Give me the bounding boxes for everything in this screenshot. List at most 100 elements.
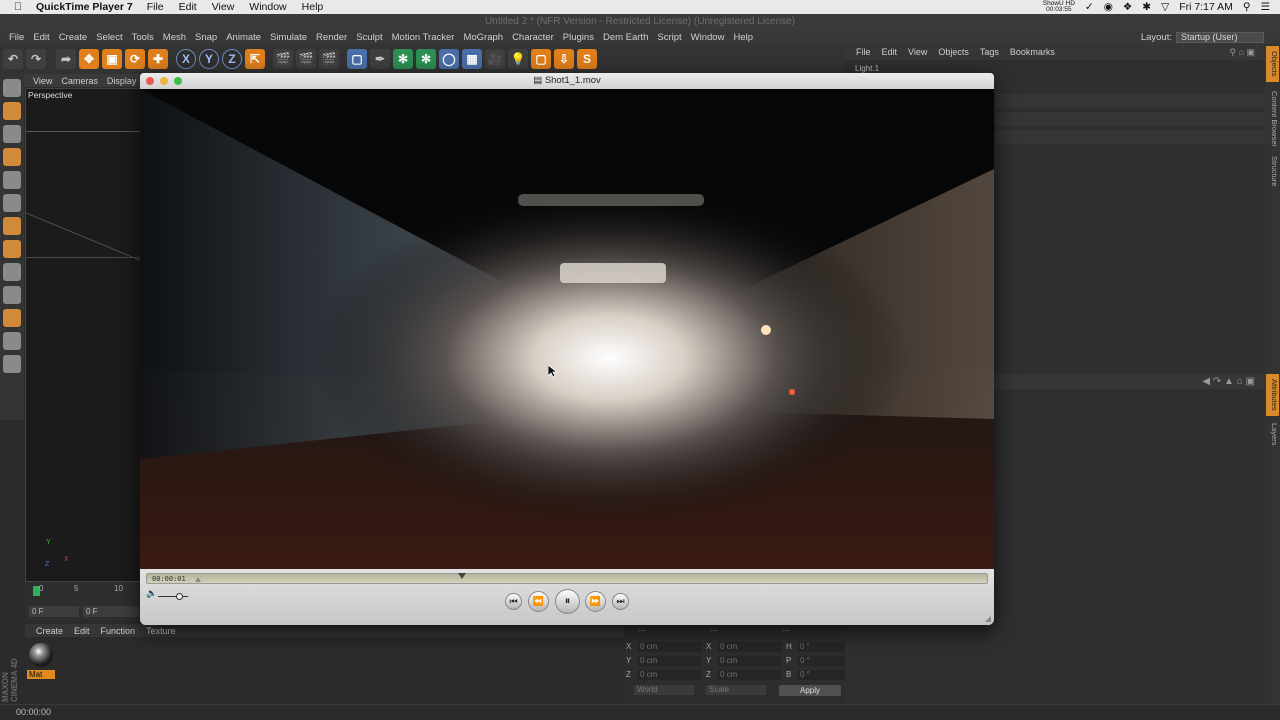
c4d-menu-animate[interactable]: Animate bbox=[226, 32, 261, 43]
c4d-menu-motion-tracker[interactable]: Motion Tracker bbox=[392, 32, 455, 43]
material-preview[interactable] bbox=[29, 643, 53, 667]
c4d-menu-render[interactable]: Render bbox=[316, 32, 347, 43]
tweak-mode-icon[interactable] bbox=[3, 263, 21, 281]
c4d-menu-snap[interactable]: Snap bbox=[195, 32, 217, 43]
objects-menu-objects[interactable]: Objects bbox=[938, 47, 969, 57]
showup-status[interactable]: ShowU HD 00:03:55 bbox=[1043, 0, 1075, 13]
scrubber-bar[interactable]: 00:00:01 bbox=[146, 573, 988, 584]
deformer-icon[interactable]: ◯ bbox=[439, 49, 459, 69]
c4d-menu-dem-earth[interactable]: Dem Earth bbox=[603, 32, 648, 43]
check-circle-icon[interactable]: ✓ bbox=[1085, 1, 1094, 13]
tab-content-browser[interactable]: Content Browser bbox=[1266, 86, 1279, 152]
floor-icon[interactable]: ▦ bbox=[462, 49, 482, 69]
script-s-icon[interactable]: S bbox=[577, 49, 597, 69]
menu-view[interactable]: View bbox=[212, 1, 235, 13]
c4d-menu-window[interactable]: Window bbox=[691, 32, 725, 43]
rewind-button[interactable]: ⏪ bbox=[528, 591, 549, 612]
menu-window[interactable]: Window bbox=[249, 1, 286, 13]
objects-menu-tags[interactable]: Tags bbox=[980, 47, 999, 57]
c4d-menu-sculpt[interactable]: Sculpt bbox=[356, 32, 382, 43]
go-to-end-button[interactable]: ⏭ bbox=[612, 593, 629, 610]
list-icon[interactable]: ☰ bbox=[1261, 1, 1270, 13]
wifi-icon[interactable]: ▽ bbox=[1161, 1, 1169, 13]
coordinate-system-icon[interactable]: ⇱ bbox=[245, 49, 265, 69]
material-menu-function[interactable]: Function bbox=[101, 626, 136, 636]
speaker-icon[interactable]: 🔈 bbox=[146, 588, 157, 599]
z-axis-lock-button[interactable]: Z bbox=[222, 49, 242, 69]
position-x-field[interactable]: 0 cm bbox=[638, 642, 702, 652]
apple-logo-icon[interactable]:  bbox=[0, 1, 36, 13]
c4d-menu-file[interactable]: File bbox=[9, 32, 24, 43]
c4d-menu-mesh[interactable]: Mesh bbox=[163, 32, 186, 43]
close-button[interactable] bbox=[146, 77, 154, 85]
make-editable-icon[interactable] bbox=[3, 79, 21, 97]
size-y-field[interactable]: 0 cm bbox=[718, 656, 782, 666]
bluetooth-icon[interactable]: ✱ bbox=[1142, 1, 1151, 13]
undo-icon[interactable]: ↶ bbox=[3, 49, 23, 69]
axis-mode-icon[interactable] bbox=[3, 240, 21, 258]
resize-grip-icon[interactable]: ◢ bbox=[985, 614, 991, 623]
object-row-light[interactable]: Light.1 bbox=[855, 64, 879, 73]
viewport-menu-view[interactable]: View bbox=[33, 76, 52, 86]
objects-menu-bookmarks[interactable]: Bookmarks bbox=[1010, 47, 1055, 57]
model-mode-icon[interactable] bbox=[3, 102, 21, 120]
c4d-menu-create[interactable]: Create bbox=[59, 32, 88, 43]
subdivision-icon[interactable]: ✻ bbox=[393, 49, 413, 69]
cube-object-icon[interactable]: ▢ bbox=[347, 49, 367, 69]
viewport-menu-display[interactable]: Display bbox=[107, 76, 137, 86]
objects-menu-edit[interactable]: Edit bbox=[882, 47, 898, 57]
points-mode-icon[interactable] bbox=[3, 171, 21, 189]
menu-edit[interactable]: Edit bbox=[179, 1, 197, 13]
frame-current-field[interactable]: 0 F bbox=[83, 606, 139, 617]
volume-track[interactable] bbox=[158, 596, 188, 597]
download-icon[interactable]: ⇩ bbox=[554, 49, 574, 69]
texture-mode-icon[interactable] bbox=[3, 125, 21, 143]
move-tool-icon[interactable]: ✥ bbox=[79, 49, 99, 69]
material-menu-create[interactable]: Create bbox=[36, 626, 63, 636]
snap-s-icon[interactable] bbox=[3, 286, 21, 304]
video-frame[interactable] bbox=[140, 89, 994, 569]
scale-tool-icon[interactable]: ▣ bbox=[102, 49, 122, 69]
objects-menu-view[interactable]: View bbox=[908, 47, 927, 57]
frame-icon[interactable]: ▢ bbox=[531, 49, 551, 69]
search-icon[interactable]: ⚲ bbox=[1243, 1, 1251, 13]
workplane-lock-icon[interactable] bbox=[3, 355, 21, 373]
quicktime-title-bar[interactable]: ▤ Shot1_1.mov bbox=[140, 73, 994, 89]
position-z-field[interactable]: 0 cm bbox=[638, 670, 702, 680]
c4d-menu-edit[interactable]: Edit bbox=[33, 32, 49, 43]
tab-objects[interactable]: Objects bbox=[1266, 46, 1279, 82]
minimize-button[interactable] bbox=[160, 77, 168, 85]
rotate-tool-icon[interactable]: ⟳ bbox=[125, 49, 145, 69]
c4d-menu-simulate[interactable]: Simulate bbox=[270, 32, 307, 43]
zoom-button[interactable] bbox=[174, 77, 182, 85]
light-icon[interactable]: 💡 bbox=[508, 49, 528, 69]
viewport[interactable]: Perspective Y X Z bbox=[25, 88, 142, 582]
record-icon[interactable]: ◉ bbox=[1104, 1, 1113, 13]
cloner-icon[interactable]: ✻ bbox=[416, 49, 436, 69]
in-point-marker[interactable] bbox=[195, 576, 201, 582]
objects-search-icon[interactable]: ⚲ ⌂ ▣ bbox=[1229, 47, 1255, 58]
objects-menu-file[interactable]: File bbox=[856, 47, 871, 57]
volume-knob[interactable] bbox=[176, 593, 183, 600]
c4d-menu-plugins[interactable]: Plugins bbox=[563, 32, 594, 43]
size-x-field[interactable]: 0 cm bbox=[718, 642, 782, 652]
redo-icon[interactable]: ↷ bbox=[26, 49, 46, 69]
grid-lock-icon[interactable] bbox=[3, 332, 21, 350]
render-settings-icon[interactable]: 🎬 bbox=[319, 49, 339, 69]
camera-icon[interactable]: 🎥 bbox=[485, 49, 505, 69]
fast-forward-button[interactable]: ⏩ bbox=[585, 591, 606, 612]
size-z-field[interactable]: 0 cm bbox=[718, 670, 782, 680]
render-view-icon[interactable]: 🎬 bbox=[273, 49, 293, 69]
viewport-menu-cameras[interactable]: Cameras bbox=[61, 76, 98, 86]
c4d-menu-script[interactable]: Script bbox=[657, 32, 681, 43]
scale-dropdown[interactable]: Scale bbox=[706, 685, 766, 695]
frame-start-field[interactable]: 0 F bbox=[29, 606, 79, 617]
clock[interactable]: Fri 7:17 AM bbox=[1179, 1, 1233, 13]
y-axis-lock-button[interactable]: Y bbox=[199, 49, 219, 69]
position-y-field[interactable]: 0 cm bbox=[638, 656, 702, 666]
timeline[interactable]: 0 5 10 0 F 0 F bbox=[25, 582, 141, 620]
c4d-menu-help[interactable]: Help bbox=[733, 32, 753, 43]
tab-layers[interactable]: Layers bbox=[1266, 420, 1279, 448]
c4d-menu-select[interactable]: Select bbox=[96, 32, 122, 43]
playhead-marker[interactable] bbox=[458, 573, 466, 579]
